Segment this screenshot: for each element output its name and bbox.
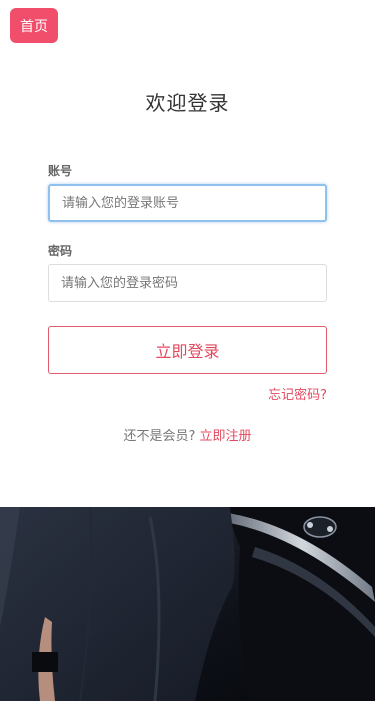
login-button[interactable]: 立即登录 — [48, 326, 327, 374]
password-input[interactable] — [48, 264, 327, 302]
login-page: 首页 欢迎登录 账号 密码 立即登录 忘记密码? 还不是会员? 立即注册 — [0, 0, 375, 701]
forgot-password-link[interactable]: 忘记密码? — [268, 384, 327, 403]
account-label: 账号 — [48, 164, 73, 178]
home-button[interactable]: 首页 — [10, 8, 58, 43]
register-prompt-line: 还不是会员? 立即注册 — [0, 425, 375, 444]
register-prompt-text: 还不是会员? — [123, 429, 196, 444]
password-label: 密码 — [48, 244, 73, 258]
banner-photo-illustration — [0, 507, 375, 701]
account-input[interactable] — [48, 184, 327, 222]
register-link[interactable]: 立即注册 — [200, 429, 252, 444]
banner-photo — [0, 507, 375, 701]
page-title: 欢迎登录 — [145, 91, 230, 115]
